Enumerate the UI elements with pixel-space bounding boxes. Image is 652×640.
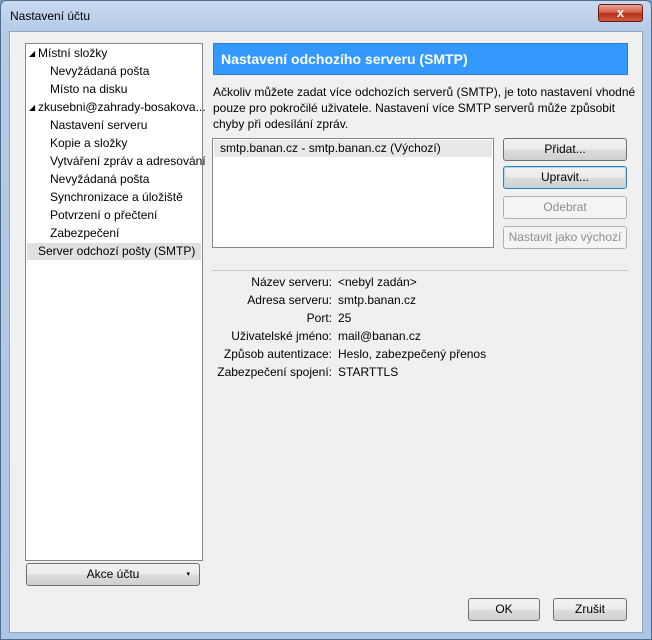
detail-value: Heslo, zabezpečený přenos [338, 347, 487, 361]
detail-row: Název serveru: <nebyl zadán> [212, 273, 628, 291]
tree-item-composition[interactable]: Vytváření zpráv a adresování [50, 153, 206, 170]
detail-row: Port: 25 [212, 309, 628, 327]
tree-item-label: Místo na disku [50, 82, 128, 96]
account-actions-label: Akce účtu [86, 567, 140, 581]
tree-item-label: Místní složky [38, 46, 108, 60]
account-tree: ◢ Místní složky Nevyžádaná pošta Místo na… [25, 43, 206, 561]
tree-item-label: Nevyžádaná pošta [50, 172, 150, 186]
tree-item-server-settings[interactable]: Nastavení serveru [50, 117, 147, 134]
detail-value: STARTTLS [338, 365, 399, 379]
expand-icon[interactable]: ◢ [29, 99, 38, 116]
server-details: Název serveru: <nebyl zadán> Adresa serv… [212, 270, 628, 379]
add-server-button[interactable]: Přidat... [503, 138, 627, 161]
tree-item-sync-storage[interactable]: Synchronizace a úložiště [50, 189, 183, 206]
detail-value: mail@banan.cz [338, 329, 421, 343]
dialog-body: ◢ Místní složky Nevyžádaná pošta Místo na… [9, 31, 643, 633]
edit-server-button[interactable]: Upravit... [503, 166, 627, 189]
tree-item-copies-folders[interactable]: Kopie a složky [50, 135, 127, 152]
tree-item-label: zkusebni@zahrady-bosakova... [38, 100, 206, 114]
account-settings-window: Nastavení účtu x ◢ Místní složky Nevyžáda… [0, 0, 652, 640]
detail-label: Způsob autentizace: [223, 347, 332, 361]
tree-item-return-receipts[interactable]: Potvrzení o přečtení [50, 207, 157, 224]
tree-item-local-junk[interactable]: Nevyžádaná pošta [50, 63, 149, 80]
tree-item-label: Potvrzení o přečtení [50, 208, 158, 222]
window-title: Nastavení účtu [10, 9, 91, 23]
expand-icon[interactable]: ◢ [29, 45, 38, 62]
chevron-down-icon: ▾ [186, 571, 190, 578]
detail-row: Adresa serveru: smtp.banan.cz [212, 291, 628, 309]
tree-item-label: Server odchozí pošty (SMTP) [38, 244, 196, 258]
tree-item-label: Nevyžádaná pošta [50, 64, 150, 78]
close-icon: x [616, 5, 625, 20]
set-default-button[interactable]: Nastavit jako výchozí [503, 226, 627, 249]
description-line: Ačkoliv můžete zadat více odchozích serv… [213, 85, 636, 99]
description-line: chyby při odesílání zpráv. [213, 117, 349, 131]
detail-label: Uživatelské jméno: [231, 329, 332, 343]
detail-label: Zabezpečení spojení: [217, 365, 332, 379]
tree-item-account[interactable]: ◢ zkusebni@zahrady-bosakova... [29, 99, 206, 116]
account-actions-button[interactable]: Akce účtu ▾ [26, 563, 200, 586]
tree-item-security[interactable]: Zabezpečení [50, 225, 119, 242]
cancel-button[interactable]: Zrušit [553, 598, 627, 621]
detail-row: Zabezpečení spojení: STARTTLS [212, 363, 628, 381]
tree-item-label: Zabezpečení [50, 226, 120, 240]
detail-row: Uživatelské jméno: mail@banan.cz [212, 327, 628, 345]
title-bar: Nastavení účtu x [1, 1, 651, 31]
detail-value: <nebyl zadán> [338, 275, 417, 289]
detail-value: 25 [338, 311, 352, 325]
detail-label: Adresa serveru: [247, 293, 332, 307]
smtp-server-item[interactable]: smtp.banan.cz - smtp.banan.cz (Výchozí) [214, 140, 492, 157]
smtp-description: Ačkoliv můžete zadat více odchozích serv… [213, 84, 636, 132]
tree-item-label: Nastavení serveru [50, 118, 148, 132]
detail-value: smtp.banan.cz [338, 293, 417, 307]
close-button[interactable]: x [598, 4, 643, 22]
tree-item-disk-space[interactable]: Místo na disku [50, 81, 127, 98]
tree-item-junk[interactable]: Nevyžádaná pošta [50, 171, 149, 188]
tree-item-label: Synchronizace a úložiště [50, 190, 183, 204]
remove-server-button[interactable]: Odebrat [503, 196, 627, 219]
tree-item-outgoing-server[interactable]: Server odchozí pošty (SMTP) [27, 243, 201, 260]
tree-item-local-folders[interactable]: ◢ Místní složky [29, 45, 107, 62]
smtp-server-list[interactable]: smtp.banan.cz - smtp.banan.cz (Výchozí) [212, 138, 494, 248]
detail-label: Port: [306, 311, 332, 325]
detail-label: Název serveru: [251, 275, 332, 289]
description-line: pouze pro pokročilé uživatele. Nastavení… [213, 101, 615, 115]
tree-item-label: Vytváření zpráv a adresování [50, 154, 206, 168]
ok-button[interactable]: OK [468, 598, 540, 621]
detail-row: Způsob autentizace: Heslo, zabezpečený p… [212, 345, 628, 363]
page-title: Nastavení odchozího serveru (SMTP) [213, 43, 628, 75]
tree-item-label: Kopie a složky [50, 136, 128, 150]
